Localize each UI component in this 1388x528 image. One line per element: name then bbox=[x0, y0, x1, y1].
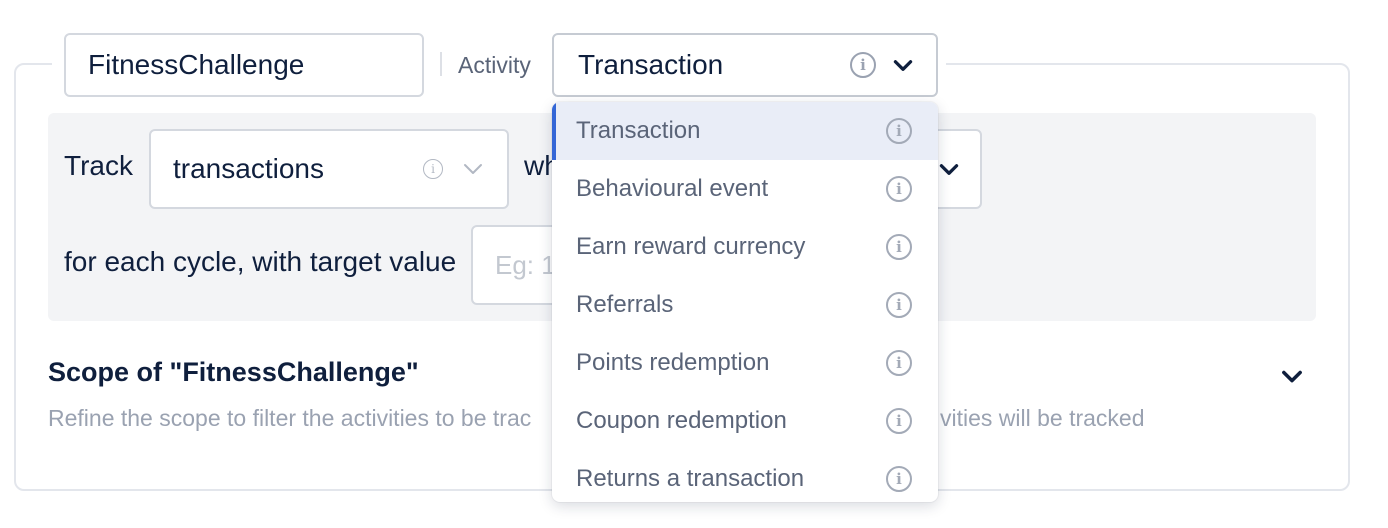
info-icon[interactable]: i bbox=[886, 466, 912, 492]
dropdown-option-label: Coupon redemption bbox=[576, 407, 787, 434]
dropdown-option-label: Referrals bbox=[576, 291, 674, 318]
dropdown-option-referrals[interactable]: Referrals i bbox=[552, 276, 938, 334]
dropdown-option-behavioural-event[interactable]: Behavioural event i bbox=[552, 160, 938, 218]
chevron-down-icon[interactable] bbox=[936, 156, 962, 182]
activity-select[interactable]: Transaction i bbox=[552, 33, 938, 97]
target-value-placeholder: Eg: 1 bbox=[495, 249, 556, 280]
info-icon[interactable]: i bbox=[886, 234, 912, 260]
dropdown-option-label: Returns a transaction bbox=[576, 465, 805, 492]
scope-title: Scope of "FitnessChallenge" bbox=[48, 357, 419, 387]
cycle-text: for each cycle, with target value bbox=[64, 246, 457, 277]
track-metric-select[interactable]: transactions i bbox=[149, 129, 509, 209]
track-metric-value: transactions bbox=[173, 153, 324, 184]
scope-description: Refine the scope to filter the activitie… bbox=[48, 405, 532, 431]
dropdown-option-earn-reward-currency[interactable]: Earn reward currency i bbox=[552, 218, 938, 276]
info-icon[interactable]: i bbox=[886, 292, 912, 318]
header-divider bbox=[440, 52, 442, 76]
activity-dropdown-menu: Transaction i Behavioural event i Earn r… bbox=[552, 102, 938, 502]
info-icon[interactable]: i bbox=[886, 176, 912, 202]
info-icon[interactable]: i bbox=[886, 118, 912, 144]
activity-select-value: Transaction bbox=[578, 49, 724, 80]
dropdown-option-returns-a-transaction[interactable]: Returns a transaction i bbox=[552, 450, 938, 502]
dropdown-option-label: Behavioural event bbox=[576, 175, 769, 202]
challenge-name-input[interactable]: FitnessChallenge bbox=[64, 33, 424, 97]
dropdown-option-coupon-redemption[interactable]: Coupon redemption i bbox=[552, 392, 938, 450]
info-icon[interactable]: i bbox=[423, 159, 443, 179]
chevron-down-icon[interactable] bbox=[890, 52, 916, 78]
dropdown-option-points-redemption[interactable]: Points redemption i bbox=[552, 334, 938, 392]
chevron-down-icon[interactable] bbox=[1278, 362, 1306, 390]
scope-description-tail: vities will be tracked bbox=[940, 405, 1145, 431]
dropdown-option-label: Points redemption bbox=[576, 349, 770, 376]
info-icon[interactable]: i bbox=[886, 408, 912, 434]
activity-label: Activity bbox=[458, 51, 531, 78]
track-label: Track bbox=[64, 150, 133, 181]
challenge-name-value: FitnessChallenge bbox=[88, 49, 305, 80]
info-icon[interactable]: i bbox=[850, 52, 876, 78]
dropdown-option-label: Earn reward currency bbox=[576, 233, 806, 260]
dropdown-option-label: Transaction bbox=[576, 117, 701, 144]
chevron-down-icon[interactable] bbox=[461, 157, 485, 181]
info-icon[interactable]: i bbox=[886, 350, 912, 376]
challenge-form: FitnessChallenge Activity Transaction i … bbox=[0, 0, 1388, 528]
dropdown-option-transaction[interactable]: Transaction i bbox=[552, 102, 938, 160]
